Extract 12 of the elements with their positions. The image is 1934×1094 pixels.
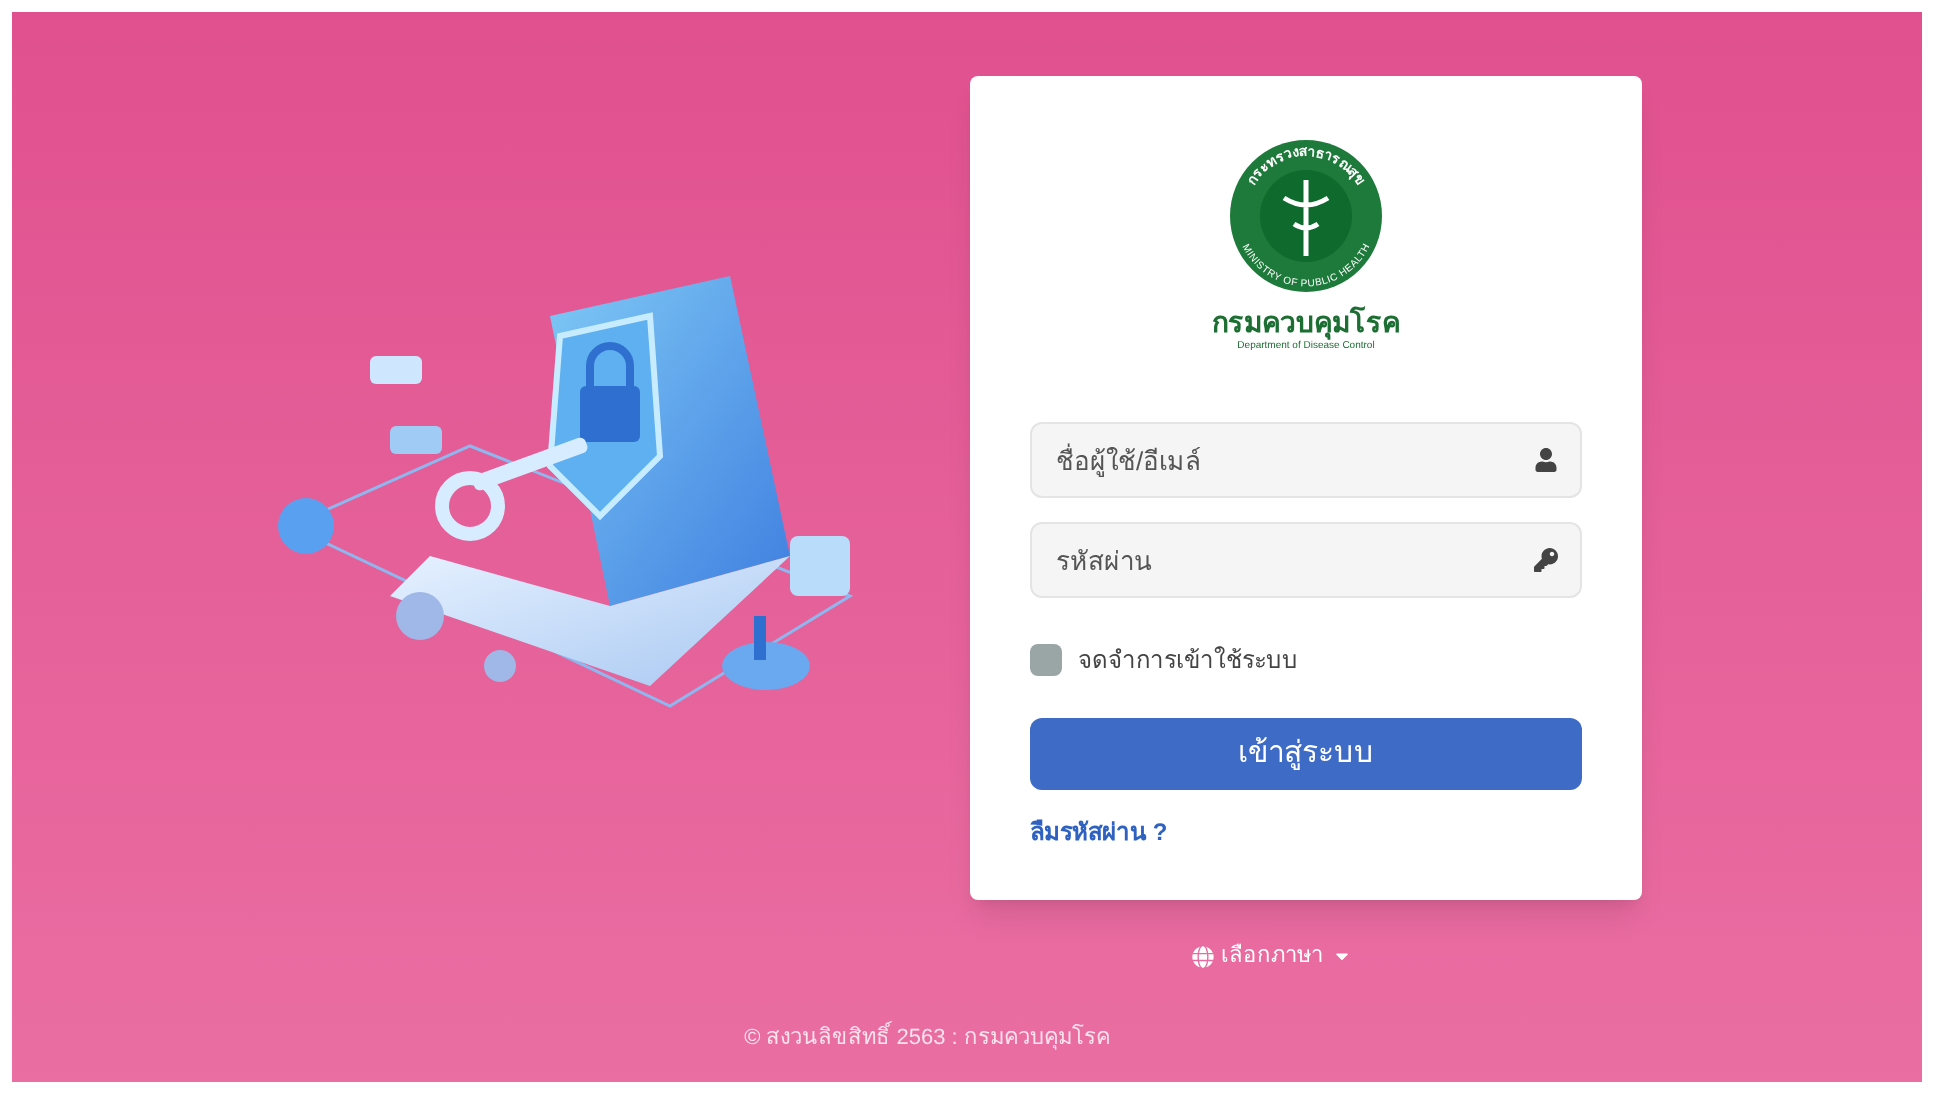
password-field[interactable]: รหัสผ่าน — [1030, 522, 1582, 598]
forgot-password-link[interactable]: ลืมรหัสผ่าน ? — [1030, 814, 1168, 850]
username-field[interactable]: ชื่อผู้ใช้/อีเมล์ — [1030, 422, 1582, 498]
remember-label: จดจำการเข้าใช้ระบบ — [1078, 644, 1298, 678]
user-icon — [1534, 448, 1558, 472]
globe-icon — [1191, 945, 1213, 968]
key-icon — [1534, 548, 1558, 572]
language-dropdown[interactable]: เลือกภาษา — [1191, 940, 1351, 973]
login-button[interactable]: เข้าสู่ระบบ — [1030, 718, 1582, 790]
copyright-text: © สงวนลิขสิทธิ์ 2563 : กรมควบคุมโรค — [744, 1021, 1110, 1054]
remember-checkbox[interactable] — [1030, 644, 1062, 676]
organization-name: กรมควบคุมโรค — [1212, 304, 1400, 340]
